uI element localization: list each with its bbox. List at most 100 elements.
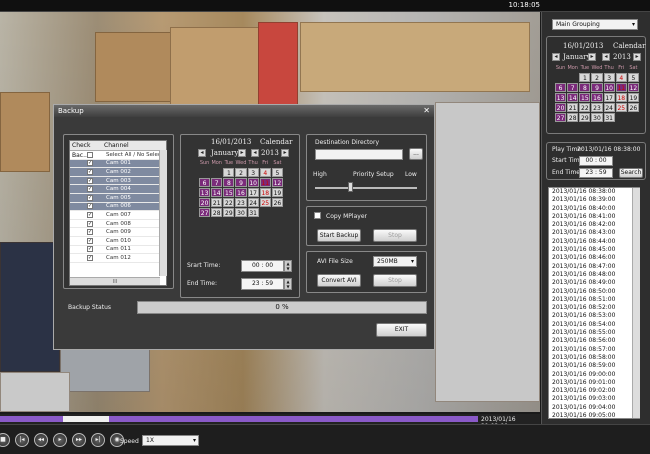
grouping-dropdown[interactable]: Main Grouping ▾ bbox=[552, 19, 638, 30]
calendar-day[interactable]: 23 bbox=[235, 198, 247, 207]
channel-row[interactable]: ✓ Cam 011 bbox=[70, 246, 166, 255]
timeline-bar[interactable]: 2013/01/16 21:02:00 bbox=[0, 414, 540, 430]
fast-forward-icon[interactable]: ▸▸ bbox=[72, 433, 86, 447]
destination-input[interactable] bbox=[315, 149, 403, 160]
event-list-item[interactable]: 2013/01/16 08:53:00 bbox=[549, 312, 639, 320]
calendar-day[interactable]: 7 bbox=[211, 178, 223, 187]
calendar-day[interactable]: 12 bbox=[627, 83, 639, 92]
exit-button[interactable]: EXIT bbox=[376, 323, 427, 337]
event-list-item[interactable]: 2013/01/16 08:43:00 bbox=[549, 229, 639, 237]
backup-end-time-input[interactable]: 23 : 59 bbox=[241, 278, 284, 290]
event-list-item[interactable]: 2013/01/16 08:49:00 bbox=[549, 279, 639, 287]
channel-checkbox[interactable]: ✓ bbox=[87, 246, 93, 253]
copy-mplayer-checkbox[interactable] bbox=[314, 212, 321, 219]
channel-checkbox[interactable]: ✓ bbox=[87, 237, 93, 244]
rewind-icon[interactable]: ◂◂ bbox=[34, 433, 48, 447]
event-list-item[interactable]: 2013/01/16 09:00:00 bbox=[549, 371, 639, 379]
calendar-day[interactable]: 27 bbox=[555, 113, 567, 122]
event-list-item[interactable]: 2013/01/16 08:42:00 bbox=[549, 221, 639, 229]
calendar-day[interactable]: 21 bbox=[211, 198, 223, 207]
event-list-item[interactable]: 2013/01/16 08:38:00 bbox=[549, 188, 639, 196]
event-list[interactable]: 2013/01/16 08:38:00 2013/01/16 08:39:00 20… bbox=[548, 187, 640, 419]
event-list-item[interactable]: 2013/01/16 08:58:00 bbox=[549, 354, 639, 362]
calendar-day[interactable]: 18 bbox=[615, 93, 627, 102]
priority-slider-knob[interactable] bbox=[347, 182, 353, 192]
event-list-item[interactable]: 2013/01/16 09:04:00 bbox=[549, 404, 639, 412]
calendar-day[interactable]: 4 bbox=[259, 168, 271, 177]
event-list-item[interactable]: 2013/01/16 08:52:00 bbox=[549, 304, 639, 312]
channel-checkbox[interactable]: ✓ bbox=[87, 254, 93, 261]
channel-checkbox[interactable]: ✓ bbox=[87, 186, 93, 193]
event-list-item[interactable]: 2013/01/16 08:57:00 bbox=[549, 346, 639, 354]
event-list-item[interactable]: 2013/01/16 08:41:00 bbox=[549, 213, 639, 221]
channel-row[interactable]: ✓ Cam 005 bbox=[70, 193, 166, 203]
calendar-day[interactable]: 25 bbox=[615, 103, 627, 112]
calendar-day[interactable]: 28 bbox=[567, 113, 579, 122]
next-year-button[interactable]: ▸ bbox=[633, 53, 641, 61]
stop-backup-button[interactable]: Stop bbox=[373, 229, 417, 242]
calendar-day[interactable]: 5 bbox=[271, 168, 283, 177]
channel-checkbox[interactable]: ✓ bbox=[87, 220, 93, 227]
step-back-icon[interactable]: |◂ bbox=[15, 433, 29, 447]
priority-slider-track[interactable] bbox=[315, 187, 417, 189]
channel-row[interactable]: ✓ Cam 008 bbox=[70, 220, 166, 229]
calendar-day[interactable]: 13 bbox=[199, 188, 211, 197]
calendar-day[interactable]: 29 bbox=[579, 113, 591, 122]
event-list-item[interactable]: 2013/01/16 09:03:00 bbox=[549, 395, 639, 403]
play-icon[interactable]: ▸ bbox=[53, 433, 67, 447]
channel-vscrollbar[interactable] bbox=[159, 150, 167, 276]
calendar-day[interactable]: 19 bbox=[271, 188, 283, 197]
calendar-day[interactable]: 19 bbox=[627, 93, 639, 102]
calendar-day[interactable]: 10 bbox=[603, 83, 615, 92]
calendar-day[interactable]: 1 bbox=[223, 168, 235, 177]
calendar-day[interactable]: 6 bbox=[199, 178, 211, 187]
calendar-day[interactable]: 26 bbox=[271, 198, 283, 207]
event-list-item[interactable]: 2013/01/16 08:50:00 bbox=[549, 288, 639, 296]
calendar-day[interactable]: 2 bbox=[591, 73, 603, 82]
event-list-item[interactable]: 2013/01/16 08:55:00 bbox=[549, 329, 639, 337]
channel-row[interactable]: ✓ Cam 006 bbox=[70, 202, 166, 212]
calendar-day[interactable]: 25 bbox=[259, 198, 271, 207]
calendar-day[interactable]: 30 bbox=[235, 208, 247, 217]
browse-button[interactable]: ... bbox=[409, 148, 423, 160]
event-list-item[interactable]: 2013/01/16 08:46:00 bbox=[549, 254, 639, 262]
dialog-title-bar[interactable]: Backup ✕ bbox=[54, 105, 434, 117]
calendar-day[interactable]: 4 bbox=[615, 73, 627, 82]
calendar-day[interactable]: 16 bbox=[235, 188, 247, 197]
calendar-day[interactable]: 22 bbox=[223, 198, 235, 207]
calendar-day[interactable]: 9 bbox=[235, 178, 247, 187]
calendar-day[interactable]: 20 bbox=[555, 103, 567, 112]
next-year-button[interactable]: ▸ bbox=[281, 149, 289, 157]
channel-checkbox[interactable]: ✓ bbox=[87, 160, 93, 167]
calendar-day[interactable]: 11 bbox=[259, 178, 271, 187]
start-backup-button[interactable]: Start Backup bbox=[317, 229, 361, 242]
event-list-item[interactable]: 2013/01/16 09:05:00 bbox=[549, 412, 639, 418]
search-button[interactable]: Search bbox=[619, 168, 643, 178]
event-list-item[interactable]: 2013/01/16 08:59:00 bbox=[549, 362, 639, 370]
calendar-day[interactable]: 20 bbox=[199, 198, 211, 207]
event-list-item[interactable]: 2013/01/16 08:48:00 bbox=[549, 271, 639, 279]
calendar-day[interactable]: 24 bbox=[247, 198, 259, 207]
next-month-button[interactable]: ▸ bbox=[588, 53, 596, 61]
prev-year-button[interactable]: ◂ bbox=[602, 53, 610, 61]
channel-checkbox[interactable]: ✓ bbox=[87, 194, 93, 201]
calendar-day[interactable]: 15 bbox=[223, 188, 235, 197]
prev-year-button[interactable]: ◂ bbox=[251, 149, 259, 157]
channel-checkbox[interactable]: ✓ bbox=[87, 229, 93, 236]
speed-dropdown[interactable]: 1X ▾ bbox=[142, 435, 199, 446]
start-time-input[interactable]: 00 : 00 bbox=[579, 156, 613, 166]
close-icon[interactable]: ✕ bbox=[423, 105, 430, 117]
event-list-item[interactable]: 2013/01/16 08:47:00 bbox=[549, 263, 639, 271]
prev-month-button[interactable]: ◂ bbox=[198, 149, 206, 157]
calendar-day[interactable]: 24 bbox=[603, 103, 615, 112]
channel-row[interactable]: ✓ Cam 002 bbox=[70, 168, 166, 177]
calendar-day[interactable]: 5 bbox=[627, 73, 639, 82]
channel-checkbox[interactable] bbox=[87, 151, 93, 158]
calendar-day[interactable]: 26 bbox=[627, 103, 639, 112]
end-time-input[interactable]: 23 : 59 bbox=[579, 168, 613, 178]
calendar-day[interactable]: 31 bbox=[603, 113, 615, 122]
prev-month-button[interactable]: ◂ bbox=[552, 53, 560, 61]
channel-row[interactable]: ✓ Cam 003 bbox=[70, 176, 166, 186]
step-forward-icon[interactable]: ▸| bbox=[91, 433, 105, 447]
calendar-day[interactable]: 18 bbox=[259, 188, 271, 197]
